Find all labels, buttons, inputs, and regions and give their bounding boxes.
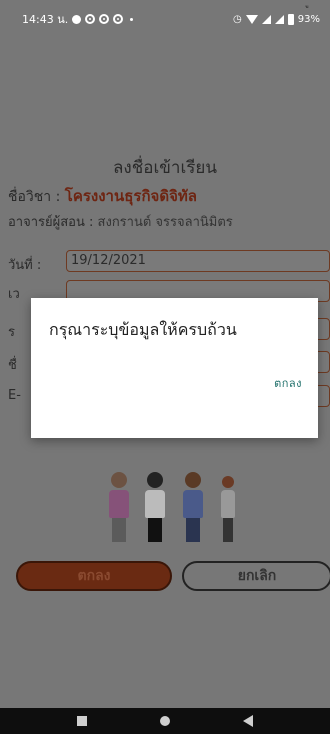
teacher-label: อาจารย์ผู้สอน : [8, 215, 94, 230]
students-illustration [108, 460, 238, 542]
chat-icon [72, 14, 82, 24]
signal-icon [274, 14, 284, 24]
signal-icon [261, 14, 271, 24]
status-left: 14:43 น. [22, 10, 134, 28]
alert-dialog: กรุณาระบุข้อมูลให้ครบถ้วน ตกลง [31, 298, 318, 438]
date-value: 19/12/2021 [71, 253, 146, 268]
back-icon[interactable] [243, 715, 254, 727]
dialog-message: กรุณาระบุข้อมูลให้ครบถ้วน [49, 320, 237, 339]
status-right: ◷ 93% [233, 13, 320, 25]
submit-button[interactable]: ตกลง [16, 561, 172, 591]
cancel-button[interactable]: ยกเลิก [182, 561, 330, 591]
dialog-ok-button[interactable]: ตกลง [274, 374, 302, 392]
field-label-time: เว [8, 287, 20, 302]
wifi-icon [245, 14, 258, 24]
circle-status-icon [113, 14, 124, 24]
student-figure [180, 472, 206, 542]
circle-status-icon [85, 14, 96, 24]
teacher-value: สงกรานต์ จรรจลานิมิตร [97, 215, 233, 230]
navigation-bar [0, 708, 330, 734]
course-value: โครงงานธุรกิจดิจิทัล [64, 187, 197, 205]
teacher-row: อาจารย์ผู้สอน : สงกรานต์ จรรจลานิมิตร [8, 211, 233, 232]
status-bar: 14:43 น. ◷ 93% [0, 8, 330, 30]
course-row: ชื่อวิชา : โครงงานธุรกิจดิจิทัล [8, 184, 197, 208]
home-icon[interactable] [159, 716, 170, 726]
battery-icon [287, 13, 294, 25]
date-input[interactable]: 19/12/2021 [66, 250, 330, 272]
student-figure [142, 472, 168, 542]
student-figure [220, 476, 236, 542]
field-label-email: E- [8, 388, 21, 403]
field-label-date: วันที่ : [8, 258, 42, 273]
battery-percent: 93% [297, 13, 320, 25]
dot-icon [130, 17, 134, 21]
student-figure [108, 472, 130, 542]
recents-icon[interactable] [76, 716, 87, 726]
field-label-id: ร [8, 325, 15, 340]
alarm-icon: ◷ [233, 13, 242, 25]
field-label-name: ชื่ [8, 358, 17, 373]
page-title: ลงชื่อเข้าเรียน [113, 158, 217, 178]
course-label: ชื่อวิชา : [8, 189, 61, 205]
status-time: 14:43 น. [22, 13, 69, 26]
circle-status-icon [99, 14, 110, 24]
